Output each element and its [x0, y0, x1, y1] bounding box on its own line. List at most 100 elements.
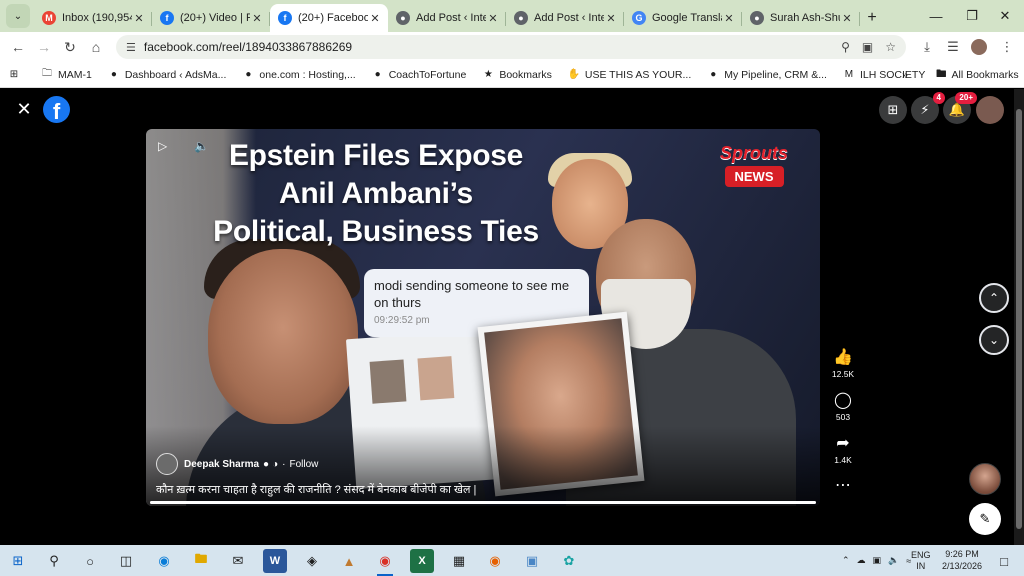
new-message-button[interactable]: ✎ — [969, 503, 1001, 535]
bell-icon: 🔔 — [948, 102, 966, 117]
close-tab-icon[interactable]: ✕ — [250, 12, 264, 25]
site-info-icon[interactable]: ☰ — [126, 41, 136, 54]
thumbs-up-icon: 👍 — [833, 349, 853, 366]
menu-button[interactable]: ⋮ — [994, 32, 1020, 62]
share-button[interactable]: ➦ 1.4K — [828, 435, 858, 465]
close-window-button[interactable]: ✕ — [986, 0, 1024, 32]
bookmark-item[interactable]: ● My Pipeline, CRM &... — [707, 69, 827, 81]
mail-app[interactable]: ✉ — [226, 549, 250, 573]
store-app[interactable]: ▣ — [520, 549, 544, 573]
paint-app[interactable]: ◈ — [300, 549, 324, 573]
contact-avatar[interactable] — [969, 463, 1001, 495]
chevron-up-icon[interactable]: ⌃ — [842, 555, 850, 566]
arrow-left-icon: ← — [11, 39, 25, 55]
tab-5[interactable]: G Google Translat ✕ — [624, 4, 742, 32]
media-button[interactable]: ☰ — [940, 32, 966, 62]
apps-button[interactable]: ⊞ — [8, 69, 25, 81]
tab-0[interactable]: M Inbox (190,954) ✕ — [34, 4, 152, 32]
word-app[interactable]: W — [263, 549, 287, 573]
reel-video[interactable]: modi sending someone to see me on thurs … — [146, 129, 820, 506]
chrome-app[interactable]: ◉ — [373, 549, 397, 576]
search-button[interactable]: ⚲ — [42, 549, 66, 573]
video-person — [208, 249, 358, 424]
tab-3[interactable]: ● Add Post ‹ Inter ✕ — [388, 4, 506, 32]
brand-logo: Sprouts NEWS — [706, 143, 802, 187]
follow-button[interactable]: Follow — [289, 459, 318, 470]
previous-reel-button[interactable]: ⌃ — [979, 283, 1009, 313]
bookmark-label: MAM-1 — [58, 68, 92, 81]
close-tab-icon[interactable]: ✕ — [604, 12, 618, 25]
install-app-icon[interactable]: ▣ — [862, 40, 873, 54]
author-avatar[interactable] — [156, 453, 178, 475]
close-tab-icon[interactable]: ✕ — [132, 12, 146, 25]
close-tab-icon[interactable]: ✕ — [840, 12, 854, 25]
tab-search-button[interactable]: ⌄ — [6, 4, 30, 28]
close-tab-icon[interactable]: ✕ — [368, 12, 382, 25]
chat-message: modi sending someone to see me on thurs — [374, 278, 570, 310]
new-tab-button[interactable]: + — [860, 4, 884, 32]
apps-grid-icon: ⊞ — [9, 69, 19, 80]
profile-button[interactable] — [966, 32, 992, 62]
video-progress[interactable] — [150, 501, 816, 504]
notifications-button[interactable]: 🔔 20+ — [943, 92, 977, 124]
bookmark-item[interactable]: ✋ USE THIS AS YOUR... — [567, 69, 692, 81]
close-tab-icon[interactable]: ✕ — [722, 12, 736, 25]
tab-1[interactable]: f (20+) Video | Fa✕ — [152, 4, 270, 32]
tab-4[interactable]: ● Add Post ‹ Inter ✕ — [506, 4, 624, 32]
edge-app[interactable]: ◉ — [152, 549, 176, 573]
language-indicator[interactable]: ENG IN — [911, 545, 931, 576]
start-button[interactable]: ⊞ — [6, 549, 30, 573]
download-button[interactable]: ⤓ — [914, 32, 940, 62]
bookmark-star-icon[interactable]: ☆ — [885, 40, 896, 54]
more-options-button[interactable]: ⋯ — [828, 477, 858, 495]
next-reel-button[interactable]: ⌄ — [979, 325, 1009, 355]
firefox-app[interactable]: ◉ — [483, 549, 507, 573]
menu-grid-button[interactable]: ⊞ — [879, 96, 907, 124]
messenger-button[interactable]: ⚡ 4 — [911, 92, 945, 124]
reload-button[interactable]: ↻ — [56, 33, 84, 61]
bookmark-item[interactable]: ● CoachToFortune — [372, 69, 467, 81]
cloud-icon[interactable]: ☁ — [857, 555, 866, 566]
comment-button[interactable]: ◯ 503 — [828, 392, 858, 422]
share-count: 1.4K — [834, 455, 852, 465]
bookmark-item[interactable]: M ILH SOCIETY — [843, 69, 926, 81]
network-icon[interactable]: ▣ — [873, 555, 882, 566]
tab-6[interactable]: ● Surah Ash-Shura✕ — [742, 4, 860, 32]
zoom-icon[interactable]: ⚲ — [841, 40, 850, 54]
app-pinned[interactable]: ✿ — [557, 549, 581, 573]
play-button[interactable]: ▷ — [158, 139, 174, 155]
calculator-app[interactable]: ▦ — [447, 549, 471, 573]
comment-count: 503 — [835, 412, 851, 422]
all-bookmarks[interactable]: 🖿 All Bookmarks — [936, 62, 1019, 88]
volume-icon[interactable]: 🔈 — [888, 555, 899, 566]
task-view-button[interactable]: ◫ — [114, 549, 138, 573]
app-launcher[interactable]: ▲ — [337, 549, 361, 573]
address-bar[interactable]: ☰ facebook.com/reel/1894033867886269 ⚲ ▣… — [116, 35, 906, 59]
forward-button[interactable]: → — [30, 33, 58, 61]
bookmark-item[interactable]: ★ Bookmarks — [482, 69, 552, 81]
excel-app[interactable]: X — [410, 549, 434, 573]
system-clock[interactable]: 9:26 PM 2/13/2026 — [932, 548, 992, 572]
close-tab-icon[interactable]: ✕ — [486, 12, 500, 25]
author-name[interactable]: Deepak Sharma — [184, 459, 259, 470]
bookmark-item[interactable]: ● Dashboard ‹ AdsMa... — [108, 69, 227, 81]
reel-caption: कौन ख़त्म करना चाहता है राहुल की राजनीति… — [156, 484, 477, 496]
bookmark-item[interactable]: 🗀 MAM-1 — [41, 68, 92, 81]
bookmark-item[interactable]: ● one.com : Hosting,... — [242, 69, 355, 81]
home-button[interactable]: ⌂ — [82, 33, 110, 61]
hand-icon: ✋ — [567, 69, 581, 80]
account-avatar[interactable] — [976, 96, 1004, 124]
back-button[interactable]: ← — [4, 33, 32, 61]
cortana-button[interactable]: ○ — [78, 549, 102, 573]
like-button[interactable]: 👍 12.5K — [828, 349, 858, 379]
notification-center-button[interactable]: □ — [992, 549, 1016, 573]
volume-button[interactable]: 🔈 — [194, 139, 210, 155]
page-scrollbar[interactable] — [1014, 89, 1024, 545]
globe-icon: ● — [110, 69, 117, 80]
facebook-logo[interactable]: f — [43, 96, 70, 123]
bookmarks-overflow[interactable]: » — [902, 62, 908, 88]
close-viewer-button[interactable]: ✕ — [14, 99, 34, 119]
tab-2[interactable]: f (20+) Facebook ✕ — [270, 4, 388, 32]
grid-icon: ⊞ — [887, 102, 899, 117]
file-explorer-app[interactable]: 🖿 — [189, 549, 213, 573]
